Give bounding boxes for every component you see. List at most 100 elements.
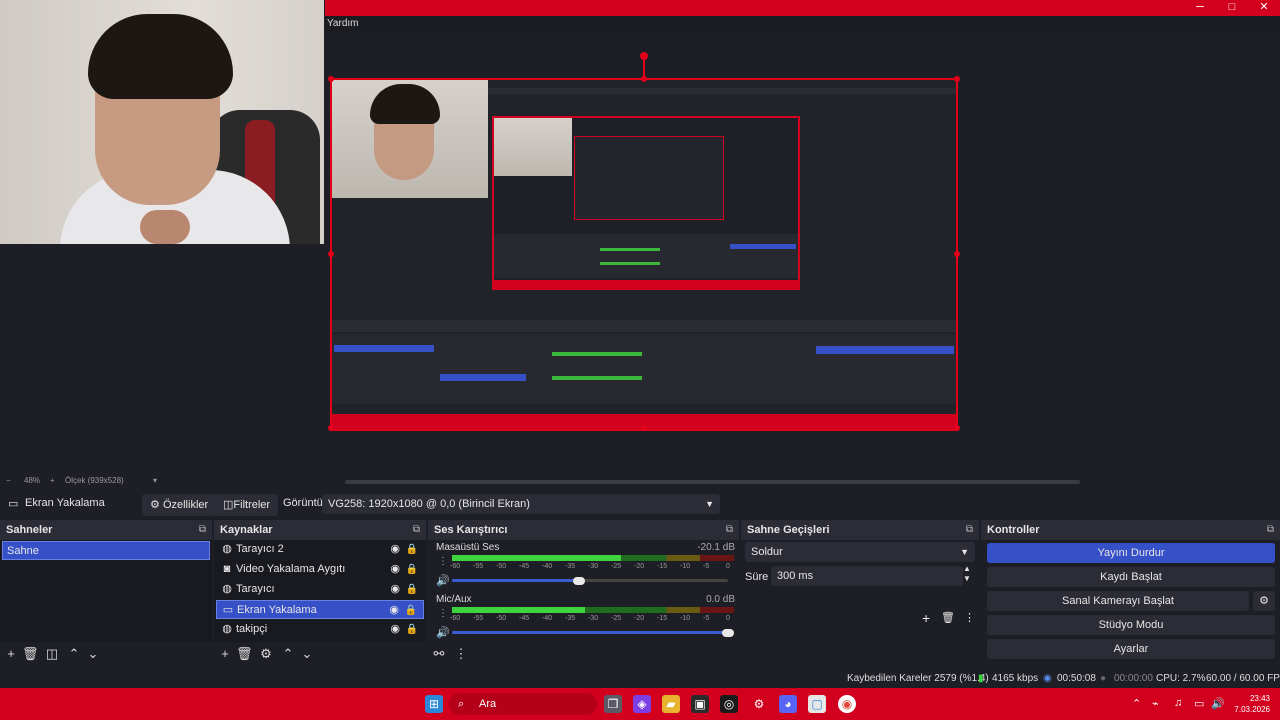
- rotation-handle[interactable]: [640, 52, 648, 60]
- filters-button[interactable]: ◫Filtreler: [215, 494, 279, 516]
- duration-input[interactable]: 300 ms: [771, 566, 963, 586]
- undock-icon[interactable]: ⧉: [726, 520, 733, 540]
- settings-button[interactable]: Ayarlar: [987, 639, 1275, 659]
- add-source-button[interactable]: +: [217, 646, 233, 662]
- source-item[interactable]: ◍ Tarayıcı 2 ◉ 🔒: [216, 540, 424, 559]
- start-virtualcam-button[interactable]: Sanal Kamerayı Başlat: [987, 591, 1249, 611]
- maximize-button[interactable]: □: [1217, 0, 1247, 16]
- lock-icon[interactable]: 🔒: [406, 540, 418, 559]
- source-item[interactable]: ▭ Ekran Yakalama ◉ 🔒: [216, 600, 424, 619]
- settings-app-icon[interactable]: ⚙: [750, 695, 768, 713]
- chrome-icon[interactable]: ◉: [838, 695, 856, 713]
- spin-up-icon[interactable]: ▲: [963, 564, 971, 573]
- start-record-button[interactable]: Kaydı Başlat: [987, 567, 1275, 587]
- volume-knob[interactable]: [722, 629, 734, 637]
- move-up-icon[interactable]: ⌃: [280, 646, 296, 662]
- eye-icon[interactable]: ◉: [390, 620, 400, 639]
- resize-handle[interactable]: [641, 76, 647, 82]
- store-icon[interactable]: ▣: [691, 695, 709, 713]
- channel-menu-icon[interactable]: ⋮: [438, 608, 448, 619]
- more-icon[interactable]: ⋮: [964, 611, 975, 624]
- add-scene-button[interactable]: +: [3, 646, 19, 662]
- microphone-icon[interactable]: ♫: [1174, 697, 1182, 709]
- source-item[interactable]: ◍ Tarayıcı ◉ 🔒: [216, 580, 424, 599]
- network-icon[interactable]: ⌁: [1152, 697, 1159, 710]
- volume-icon[interactable]: 🔊: [1211, 697, 1225, 710]
- record-time: 00:00:00: [1114, 673, 1153, 684]
- move-down-icon[interactable]: ⌄: [85, 646, 101, 662]
- menu-help[interactable]: Yardım: [327, 18, 359, 29]
- gear-icon[interactable]: ⚙: [258, 646, 274, 662]
- more-icon[interactable]: ⋮: [453, 646, 469, 662]
- link-icon[interactable]: ⚯: [431, 646, 447, 662]
- volume-knob[interactable]: [572, 577, 585, 585]
- zoom-out-button[interactable]: −: [6, 476, 11, 485]
- source-label: Tarayıcı: [236, 583, 275, 595]
- eye-icon[interactable]: ◉: [390, 540, 400, 559]
- speaker-icon[interactable]: 🔊: [436, 574, 450, 587]
- discord-icon[interactable]: ◕: [779, 695, 797, 713]
- folder-icon[interactable]: ▰: [662, 695, 680, 713]
- copilot-icon[interactable]: ◈: [633, 695, 651, 713]
- nested-hair: [370, 84, 440, 124]
- volume-fader[interactable]: [452, 631, 728, 634]
- zoom-in-button[interactable]: +: [50, 476, 55, 485]
- windows-start-icon[interactable]: ⊞: [425, 695, 443, 713]
- task-view-icon[interactable]: ❐: [604, 695, 622, 713]
- minimize-button[interactable]: ─: [1185, 0, 1215, 16]
- eye-icon[interactable]: ◉: [390, 560, 400, 579]
- window-icon[interactable]: ▢: [808, 695, 826, 713]
- gear-icon[interactable]: ⚙: [1253, 591, 1275, 611]
- filter-icon[interactable]: ◫: [44, 646, 60, 662]
- add-transition-button[interactable]: +: [922, 610, 930, 626]
- transition-select[interactable]: Soldur ▼: [745, 542, 975, 562]
- eye-icon[interactable]: ◉: [390, 580, 400, 599]
- zoom-dropdown-icon[interactable]: ▾: [153, 476, 157, 485]
- lock-icon[interactable]: 🔒: [406, 620, 418, 639]
- resize-handle[interactable]: [641, 425, 647, 431]
- undock-icon[interactable]: ⧉: [966, 520, 973, 540]
- taskbar-clock[interactable]: 23:43 7.03.2026: [1234, 693, 1270, 715]
- stop-stream-button[interactable]: Yayını Durdur: [987, 543, 1275, 563]
- spin-down-icon[interactable]: ▼: [963, 574, 971, 583]
- trash-icon[interactable]: 🗑: [22, 646, 39, 662]
- resize-handle[interactable]: [954, 251, 960, 257]
- transition-value: Soldur: [751, 546, 783, 558]
- undock-icon[interactable]: ⧉: [199, 520, 206, 540]
- source-item[interactable]: ◙ Video Yakalama Aygıtı ◉ 🔒: [216, 560, 424, 579]
- lock-icon[interactable]: 🔒: [406, 560, 418, 579]
- undock-icon[interactable]: ⧉: [413, 520, 420, 540]
- preview-canvas[interactable]: [328, 76, 960, 431]
- volume-fader[interactable]: [452, 579, 579, 582]
- speaker-icon[interactable]: 🔊: [436, 626, 450, 639]
- taskbar-search[interactable]: ⌕ Ara: [449, 693, 597, 715]
- display-icon[interactable]: ▭: [1194, 697, 1204, 710]
- move-down-icon[interactable]: ⌄: [299, 646, 315, 662]
- lock-icon[interactable]: 🔒: [406, 580, 418, 599]
- nested-menubar: [488, 88, 956, 94]
- lock-icon[interactable]: 🔒: [405, 601, 417, 620]
- resize-handle[interactable]: [328, 76, 334, 82]
- obs-icon[interactable]: ◎: [720, 695, 738, 713]
- scale-label: -55: [473, 615, 484, 622]
- source-item[interactable]: ◍ takipçi ◉ 🔒: [216, 620, 424, 639]
- move-up-icon[interactable]: ⌃: [66, 646, 82, 662]
- resize-handle[interactable]: [328, 425, 334, 431]
- undock-icon[interactable]: ⧉: [1267, 520, 1274, 540]
- scale-label: -30: [588, 563, 599, 570]
- scene-item[interactable]: Sahne: [2, 541, 210, 560]
- resize-handle[interactable]: [954, 425, 960, 431]
- horizontal-scrollbar[interactable]: [345, 480, 1080, 484]
- resize-handle[interactable]: [328, 251, 334, 257]
- trash-icon[interactable]: 🗑: [236, 646, 253, 662]
- eye-icon[interactable]: ◉: [389, 601, 399, 620]
- channel-menu-icon[interactable]: ⋮: [438, 556, 448, 567]
- chevron-up-icon[interactable]: ⌃: [1132, 697, 1141, 710]
- close-button[interactable]: ✕: [1249, 0, 1279, 16]
- studio-mode-button[interactable]: Stüdyo Modu: [987, 615, 1275, 635]
- trash-icon[interactable]: 🗑: [941, 611, 955, 624]
- display-select[interactable]: VG258: 1920x1080 @ 0,0 (Birincil Ekran) …: [322, 494, 720, 514]
- properties-button[interactable]: ⚙ Özellikler: [142, 494, 217, 516]
- resize-handle[interactable]: [954, 76, 960, 82]
- source-label: Ekran Yakalama: [237, 604, 317, 616]
